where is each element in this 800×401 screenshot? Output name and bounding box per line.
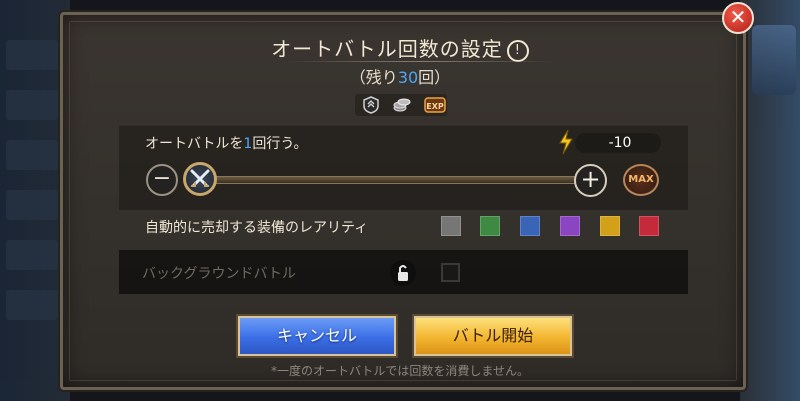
coins-icon	[393, 98, 411, 112]
background-item	[6, 240, 58, 270]
increase-button[interactable]: +	[574, 164, 607, 197]
rarity-checkbox-epic[interactable]	[560, 216, 580, 236]
rarity-label: 自動的に売却する装備のレアリティ	[145, 220, 369, 236]
background-item	[6, 90, 58, 120]
rarity-checkbox-legendary[interactable]	[600, 216, 620, 236]
auto-battle-label-suffix: 回行う。	[252, 136, 308, 152]
background-item	[6, 190, 58, 220]
close-icon: ✕	[729, 5, 747, 29]
cancel-button[interactable]: キャンセル	[236, 314, 398, 358]
auto-battle-count: 1	[243, 136, 253, 152]
remaining-number: 30	[397, 68, 419, 87]
auto-battle-label-prefix: オートバトルを	[145, 136, 244, 152]
slider-handle[interactable]	[183, 162, 217, 196]
energy-cost-value: -10	[608, 135, 632, 151]
dialog-title: オートバトル回数の設定!	[0, 33, 800, 62]
max-button[interactable]: MAX	[623, 164, 659, 196]
rarity-checkbox-mythic[interactable]	[639, 216, 659, 236]
decrease-button[interactable]: −	[146, 164, 178, 196]
background-item	[6, 290, 58, 320]
exp-icon-text: EXP	[426, 102, 444, 111]
reward-icons: EXP	[355, 94, 447, 116]
info-icon[interactable]: !	[506, 40, 529, 62]
lock-icon	[390, 260, 416, 286]
background-item	[6, 140, 58, 170]
close-button[interactable]: ✕	[722, 2, 754, 34]
rarity-checkbox-rare[interactable]	[520, 216, 540, 236]
emblem-icon	[363, 96, 379, 114]
background-battle-label: バックグラウンドバトル	[142, 266, 296, 282]
auto-battle-label: オートバトルを1回行う。	[145, 133, 308, 153]
dialog-title-text: オートバトル回数の設定	[271, 37, 503, 61]
lightning-icon	[559, 129, 573, 155]
rarity-checkbox-uncommon[interactable]	[480, 216, 500, 236]
crossed-swords-icon	[190, 169, 210, 187]
background-battle-checkbox[interactable]	[441, 263, 460, 282]
battle-count-slider[interactable]	[200, 176, 592, 184]
footnote: *一度のオートバトルでは回数を消費しません。	[270, 364, 529, 378]
remaining-count: （残り30回）	[0, 64, 800, 88]
remaining-prefix: （残り	[349, 68, 398, 87]
exp-icon: EXP	[424, 97, 446, 113]
start-battle-button[interactable]: バトル開始	[412, 314, 574, 358]
rarity-checkbox-common[interactable]	[441, 216, 461, 236]
remaining-suffix: 回）	[418, 68, 451, 87]
title-divider	[285, 61, 555, 62]
